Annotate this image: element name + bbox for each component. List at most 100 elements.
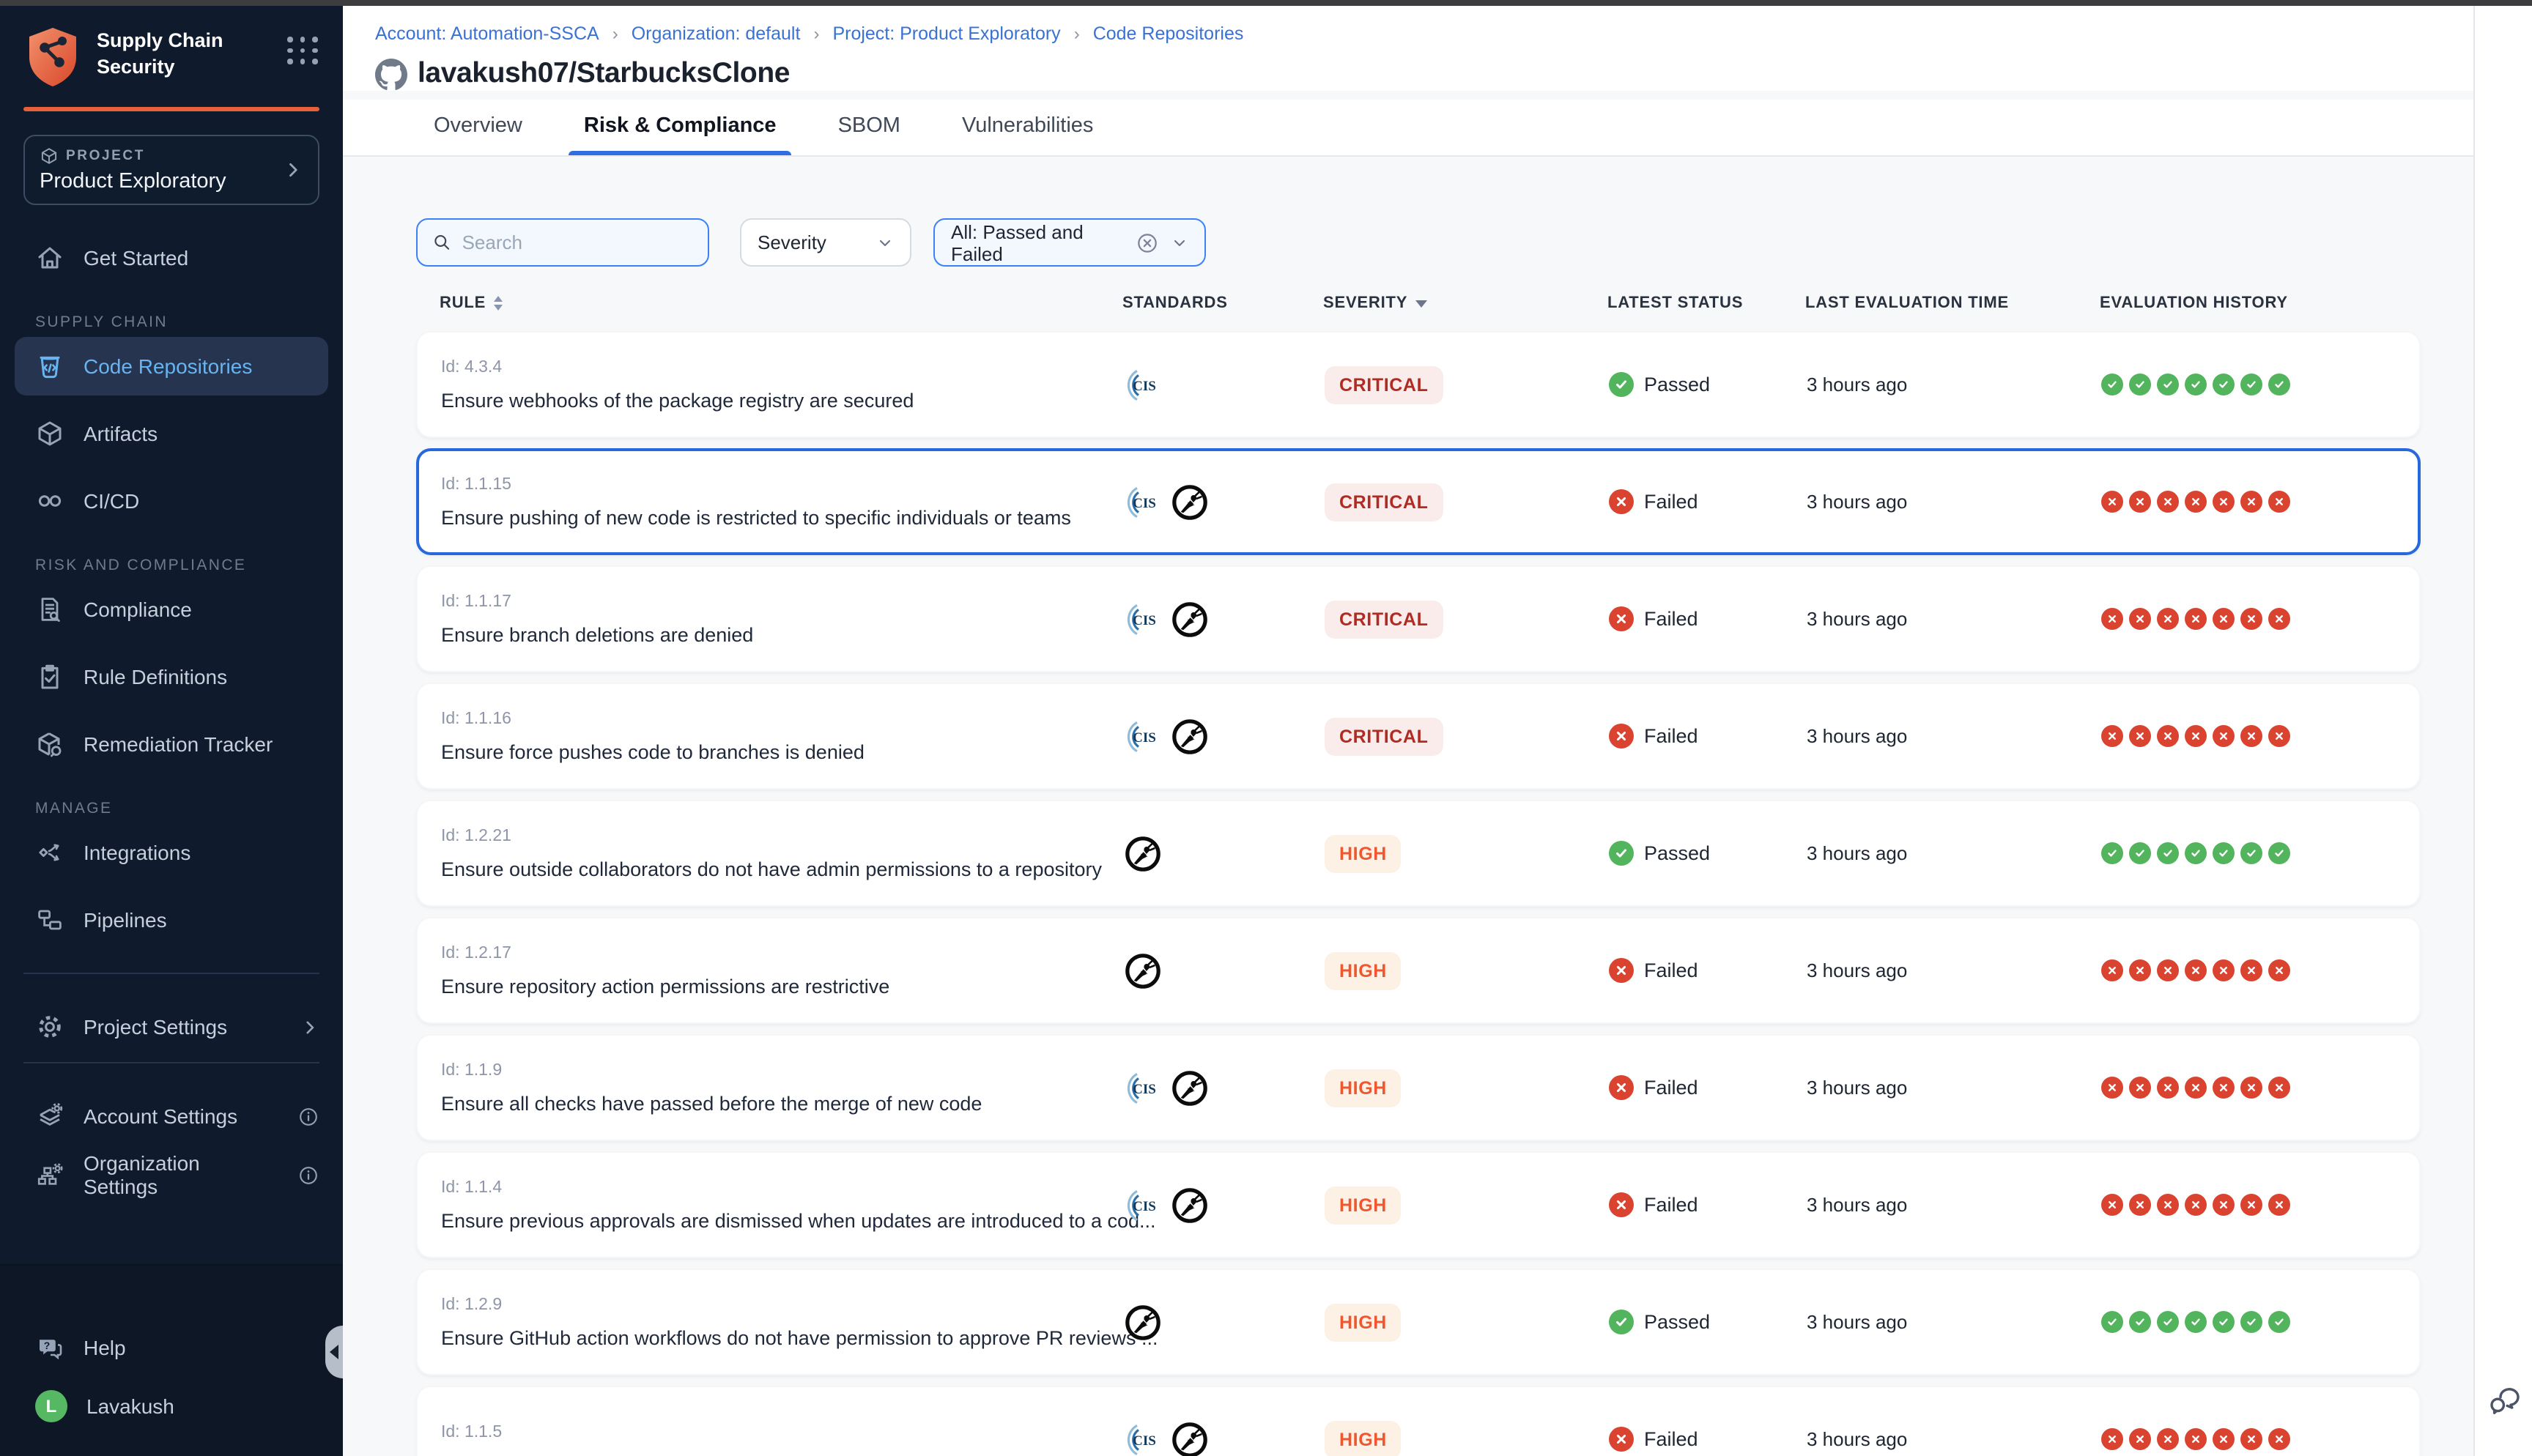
owasp-standard-icon	[1171, 483, 1209, 521]
history-failed-icon	[2157, 1428, 2179, 1450]
rule-row[interactable]: Id: 1.1.15 Ensure pushing of new code is…	[416, 448, 2421, 555]
window-top-strip	[0, 0, 2532, 6]
project-name: Product Exploratory	[40, 170, 283, 193]
status-label: Passed	[1644, 1311, 1710, 1333]
sidebar-item-label: Integrations	[84, 841, 190, 864]
search-input[interactable]	[462, 231, 693, 253]
brand-shield-logo	[23, 25, 82, 89]
rule-description: Ensure all checks have passed before the…	[441, 1092, 1124, 1114]
clipboard-check-icon	[35, 662, 64, 691]
status-icon	[1609, 1192, 1634, 1217]
sidebar-item-label: Code Repositories	[84, 354, 252, 378]
sidebar-item-code-repositories[interactable]: Code Repositories	[15, 337, 328, 395]
cis-standard-icon: CIS	[1124, 717, 1162, 755]
rule-id: Id: 1.2.21	[441, 827, 1124, 844]
rule-description: Ensure outside collaborators do not have…	[441, 858, 1124, 880]
history-failed-icon	[2213, 491, 2235, 513]
history-failed-icon	[2185, 608, 2207, 630]
sidebar-item-cicd[interactable]: CI/CD	[0, 472, 343, 530]
sidebar-item-organization-settings[interactable]: Organization Settings	[0, 1145, 343, 1204]
history-failed-icon	[2157, 1077, 2179, 1099]
rule-row[interactable]: Id: 4.3.4 Ensure webhooks of the package…	[416, 331, 2421, 438]
chevron-right-icon	[300, 1017, 319, 1036]
document-search-icon	[35, 595, 64, 624]
history-failed-icon	[2268, 491, 2290, 513]
sidebar-item-remediation-tracker[interactable]: Remediation Tracker	[0, 715, 343, 773]
sidebar-collapse-handle[interactable]	[325, 1326, 343, 1378]
severity-filter[interactable]: Severity	[740, 218, 911, 267]
column-header-rule[interactable]: RULE	[440, 294, 1122, 312]
rule-row[interactable]: Id: 1.1.4 Ensure previous approvals are …	[416, 1151, 2421, 1258]
history-passed-icon	[2129, 374, 2151, 395]
status-label: Passed	[1644, 842, 1710, 864]
history-passed-icon	[2240, 842, 2262, 864]
history-passed-icon	[2101, 374, 2123, 395]
sidebar-item-rule-definitions[interactable]: Rule Definitions	[0, 647, 343, 706]
owasp-standard-icon	[1124, 1303, 1162, 1341]
history-cell	[2101, 842, 2419, 864]
sidebar-item-label: Artifacts	[84, 422, 158, 445]
breadcrumb-separator: ›	[813, 23, 819, 44]
search-icon	[432, 231, 452, 253]
cis-label: CIS	[1133, 378, 1156, 393]
info-icon[interactable]	[297, 1164, 319, 1186]
sidebar-item-integrations[interactable]: Integrations	[0, 823, 343, 882]
sidebar-item-account-settings[interactable]: Account Settings	[0, 1087, 343, 1145]
sidebar-item-get-started[interactable]: Get Started	[0, 229, 343, 287]
chat-support-icon[interactable]	[2487, 1383, 2522, 1418]
sidebar-item-help[interactable]: ? Help	[0, 1318, 343, 1377]
breadcrumb-project[interactable]: Project: Product Exploratory	[832, 23, 1060, 44]
sidebar-item-artifacts[interactable]: Artifacts	[0, 404, 343, 463]
tab-overview[interactable]: Overview	[425, 100, 531, 155]
tab-risk-and-compliance[interactable]: Risk & Compliance	[575, 100, 785, 155]
clear-filter-icon[interactable]	[1136, 231, 1159, 254]
status-cell: Passed	[1609, 372, 1807, 397]
severity-badge: CRITICAL	[1325, 365, 1443, 404]
status-label: Failed	[1644, 491, 1698, 513]
severity-badge: HIGH	[1325, 1420, 1402, 1456]
rule-id: Id: 1.1.15	[441, 475, 1124, 493]
status-icon	[1609, 1427, 1634, 1452]
main-content: Account: Automation-SSCA › Organization:…	[343, 6, 2473, 1456]
rule-row[interactable]: Id: 1.1.9 Ensure all checks have passed …	[416, 1034, 2421, 1141]
rule-row[interactable]: Id: 1.1.5 CIS HIGH Failed 3	[416, 1386, 2421, 1456]
column-header-severity[interactable]: SEVERITY	[1323, 294, 1607, 312]
sidebar-item-compliance[interactable]: Compliance	[0, 580, 343, 639]
sidebar-item-project-settings[interactable]: Project Settings	[0, 998, 343, 1056]
cube-icon	[35, 419, 64, 448]
rule-id: Id: 1.2.17	[441, 944, 1124, 962]
rule-row[interactable]: Id: 1.1.16 Ensure force pushes code to b…	[416, 683, 2421, 790]
home-icon	[35, 243, 64, 272]
sidebar-item-label: Rule Definitions	[84, 665, 227, 688]
user-menu[interactable]: L Lavakush	[0, 1377, 343, 1435]
sidebar-nav: Get Started SUPPLY CHAIN Code Repositori…	[0, 223, 343, 1204]
history-passed-icon	[2157, 1311, 2179, 1333]
history-failed-icon	[2268, 1428, 2290, 1450]
cis-label: CIS	[1133, 1433, 1156, 1448]
tab-vulnerabilities[interactable]: Vulnerabilities	[953, 100, 1102, 155]
breadcrumb-account[interactable]: Account: Automation-SSCA	[375, 23, 599, 44]
rule-row[interactable]: Id: 1.1.17 Ensure branch deletions are d…	[416, 565, 2421, 672]
status-filter[interactable]: All: Passed and Failed	[933, 218, 1206, 267]
breadcrumb-organization[interactable]: Organization: default	[632, 23, 801, 44]
project-switcher[interactable]: PROJECT Product Exploratory	[23, 135, 319, 205]
breadcrumb-code-repositories[interactable]: Code Repositories	[1093, 23, 1244, 44]
info-icon[interactable]	[297, 1105, 319, 1127]
status-label: Failed	[1644, 1194, 1698, 1216]
apps-grid-icon[interactable]	[287, 37, 319, 64]
cis-standard-icon: CIS	[1124, 600, 1162, 638]
history-cell	[2101, 374, 2419, 395]
status-cell: Failed	[1609, 489, 1807, 514]
history-cell	[2101, 1428, 2419, 1450]
rule-row[interactable]: Id: 1.2.9 Ensure GitHub action workflows…	[416, 1269, 2421, 1375]
history-failed-icon	[2129, 1194, 2151, 1216]
sidebar-item-pipelines[interactable]: Pipelines	[0, 891, 343, 949]
rule-row[interactable]: Id: 1.2.21 Ensure outside collaborators …	[416, 800, 2421, 907]
history-failed-icon	[2157, 959, 2179, 981]
history-cell	[2101, 608, 2419, 630]
history-failed-icon	[2268, 1077, 2290, 1099]
rule-row[interactable]: Id: 1.2.17 Ensure repository action perm…	[416, 917, 2421, 1024]
tab-sbom[interactable]: SBOM	[829, 100, 909, 155]
sort-icon[interactable]	[493, 296, 502, 311]
status-cell: Failed	[1609, 606, 1807, 631]
